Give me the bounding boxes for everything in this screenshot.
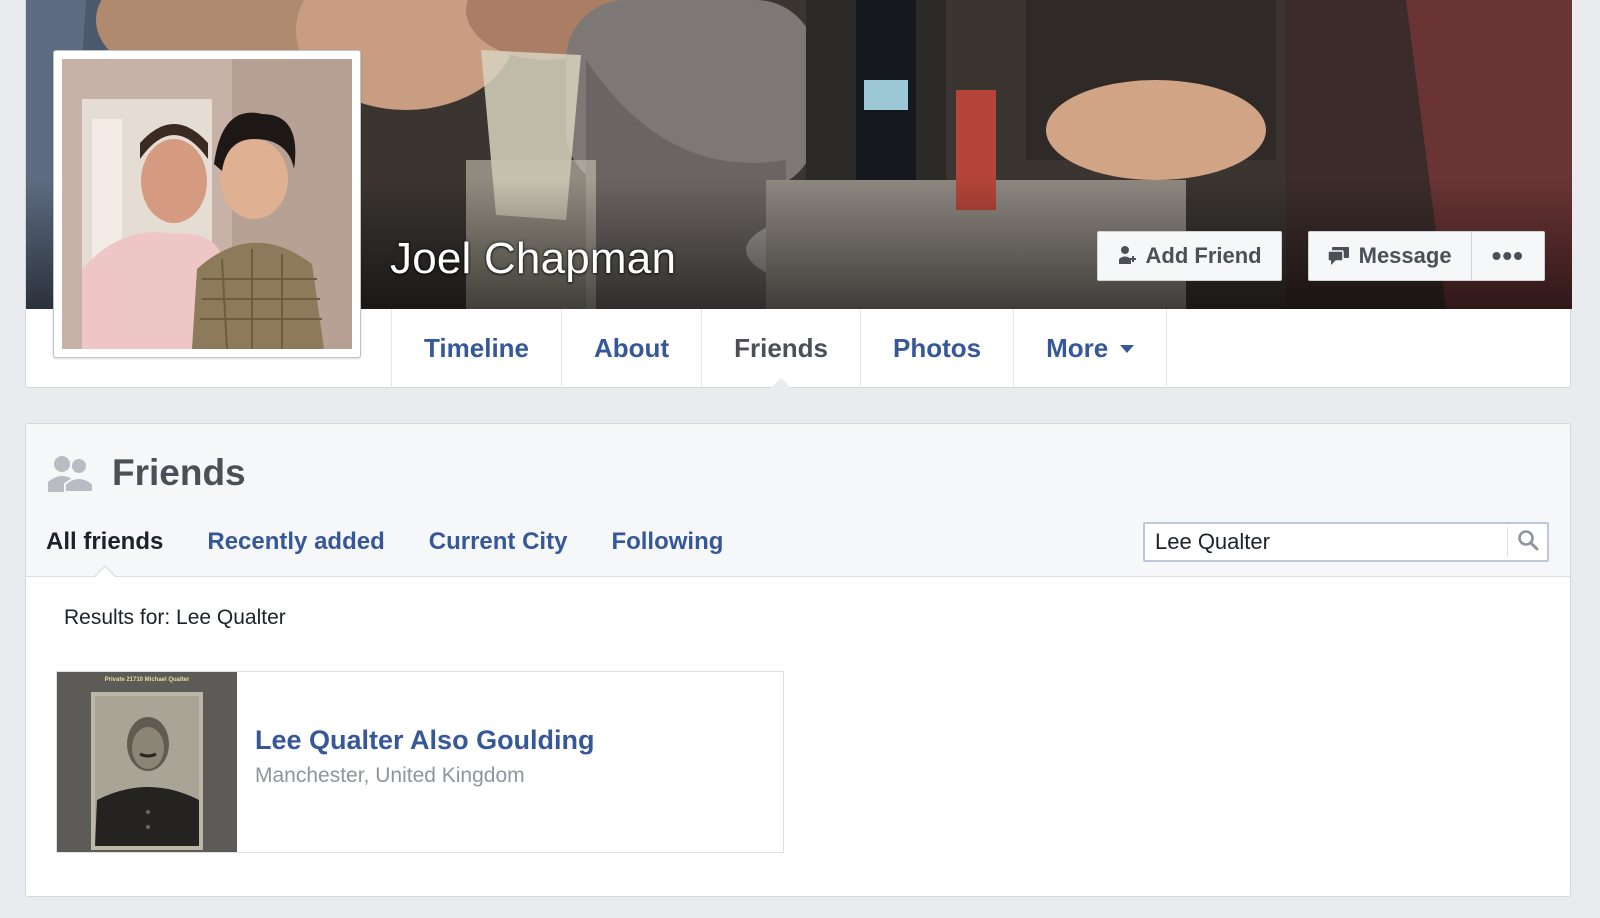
friends-panel: Friends All friends Recently added Curre… <box>25 423 1571 897</box>
friend-info: Lee Qualter Also Goulding Manchester, Un… <box>237 672 595 852</box>
tab-timeline[interactable]: Timeline <box>392 309 563 388</box>
search-button[interactable] <box>1507 527 1547 557</box>
add-friend-button[interactable]: Add Friend <box>1096 231 1282 281</box>
tab-photos-label: Photos <box>893 333 982 363</box>
cover-actions: Add Friend Message ••• <box>1096 231 1545 281</box>
message-label: Message <box>1358 243 1452 268</box>
profile-picture-image <box>62 59 352 349</box>
subtab-current-city[interactable]: Current City <box>429 528 568 572</box>
friend-photo[interactable]: Private 21710 Michael Qualter <box>57 672 237 852</box>
profile-picture[interactable] <box>53 50 361 358</box>
tab-more-label: More <box>1046 333 1109 363</box>
friends-header: Friends All friends Recently added Curre… <box>26 424 1570 577</box>
friend-name-link[interactable]: Lee Qualter Also Goulding <box>255 725 595 756</box>
friend-result-card: Private 21710 Michael Qualter Lee Qualte… <box>56 671 784 853</box>
subtab-all-friends[interactable]: All friends <box>46 528 163 577</box>
tab-friends-label: Friends <box>734 333 829 363</box>
message-icon <box>1327 246 1350 266</box>
profile-header: Joel Chapman Add Friend Message ••• Time… <box>25 0 1572 389</box>
tab-friends[interactable]: Friends <box>702 309 862 389</box>
profile-name[interactable]: Joel Chapman <box>390 234 676 284</box>
add-friend-icon <box>1117 245 1137 267</box>
friend-photo-caption: Private 21710 Michael Qualter <box>105 677 190 683</box>
message-button[interactable]: Message <box>1307 231 1471 281</box>
more-options-button[interactable]: ••• <box>1470 231 1545 281</box>
subtab-recently-added[interactable]: Recently added <box>207 528 384 572</box>
profile-tabs: Timeline About Friends Photos More <box>391 309 1168 389</box>
friends-icon <box>48 454 94 492</box>
friends-title: Friends <box>112 452 246 493</box>
friends-search-input[interactable] <box>1145 524 1507 560</box>
friends-subtabs: All friends Recently added Current City … <box>46 528 767 577</box>
caret-down-icon <box>1120 344 1135 353</box>
tab-timeline-label: Timeline <box>424 333 530 363</box>
friends-search <box>1143 522 1549 562</box>
tab-more[interactable]: More <box>1014 309 1168 388</box>
add-friend-label: Add Friend <box>1145 243 1262 268</box>
friends-heading: Friends <box>48 452 246 494</box>
results-label: Results for: Lee Qualter <box>64 606 286 629</box>
subtab-following[interactable]: Following <box>611 528 723 572</box>
friend-location: Manchester, United Kingdom <box>255 763 525 787</box>
search-icon <box>1517 529 1539 556</box>
tab-photos[interactable]: Photos <box>861 309 1015 388</box>
friend-photo-image: Private 21710 Michael Qualter <box>57 672 237 852</box>
tab-about-label: About <box>594 333 670 363</box>
message-group: Message ••• <box>1307 231 1545 281</box>
tab-about[interactable]: About <box>562 309 703 388</box>
